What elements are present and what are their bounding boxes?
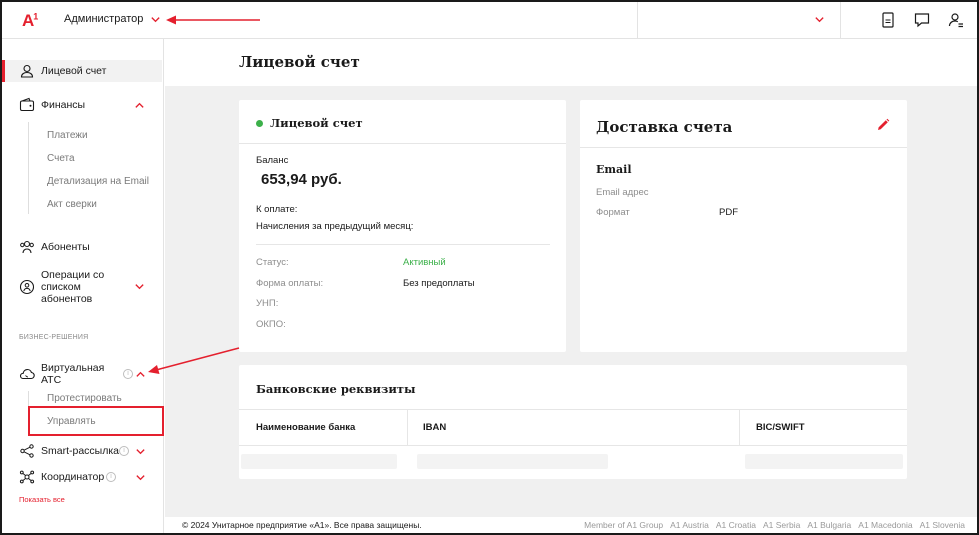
- balance-value: 653,94 руб.: [261, 171, 342, 188]
- sidebar-item-label: Финансы: [41, 99, 86, 111]
- main-content: Лицевой счет Лицевой счет Баланс 653,94 …: [165, 39, 977, 517]
- email-address-label: Email адрес: [596, 187, 649, 198]
- skeleton-placeholder: [745, 454, 903, 469]
- status-value: Активный: [403, 257, 446, 268]
- sidebar-subitem-invoices[interactable]: Счета: [47, 153, 75, 164]
- sidebar-item-operations[interactable]: Операции со списком абонентов: [2, 269, 162, 305]
- top-header: A1 Администратор: [2, 2, 977, 39]
- page-title: Лицевой счет: [239, 53, 360, 71]
- chevron-up-icon[interactable]: [135, 369, 146, 380]
- column-divider: [739, 409, 740, 445]
- chevron-down-icon[interactable]: [814, 14, 825, 25]
- footer-link[interactable]: A1 Austria: [670, 520, 709, 530]
- user-settings-icon[interactable]: [947, 11, 965, 29]
- submenu-line: [28, 122, 29, 214]
- sidebar-item-label: Лицевой счет: [41, 65, 107, 77]
- header-divider: [637, 2, 638, 38]
- chevron-down-icon[interactable]: [135, 472, 146, 483]
- sidebar-item-finance[interactable]: Финансы: [2, 95, 162, 115]
- footer-copyright: © 2024 Унитарное предприятие «А1». Все п…: [182, 520, 422, 530]
- card-title: Банковские реквизиты: [256, 382, 416, 396]
- card-title: Доставка счета: [596, 118, 733, 136]
- sidebar-item-label: Smart-рассылка: [41, 445, 120, 457]
- chevron-down-icon[interactable]: [134, 281, 145, 292]
- divider: [239, 409, 907, 410]
- sidebar-item-label: Координатор: [41, 471, 105, 483]
- app-window: A1 Администратор Лицевой счет Финансы Пл…: [0, 0, 979, 535]
- a1-logo[interactable]: A1: [22, 11, 38, 31]
- column-header-iban: IBAN: [423, 422, 447, 433]
- role-selector-label[interactable]: Администратор: [64, 13, 143, 25]
- header-divider: [840, 2, 841, 38]
- footer-links: Member of A1 Group A1 Austria A1 Croatia…: [584, 520, 965, 530]
- divider: [239, 445, 907, 446]
- format-label: Формат: [596, 207, 630, 218]
- bank-details-card: Банковские реквизиты Наименование банка …: [239, 365, 907, 479]
- sidebar-item-coordinator[interactable]: Координатор i: [2, 469, 162, 485]
- status-dot: [256, 120, 263, 127]
- chat-icon[interactable]: [913, 11, 931, 29]
- charges-label: Начисления за предыдущий месяц:: [256, 221, 414, 232]
- operations-icon: [19, 279, 35, 295]
- footer-link[interactable]: A1 Macedonia: [858, 520, 912, 530]
- balance-label: Баланс: [256, 155, 289, 166]
- okpo-label: ОКПО:: [256, 319, 286, 330]
- wallet-icon: [19, 97, 35, 112]
- footer-link[interactable]: A1 Serbia: [763, 520, 800, 530]
- divider: [239, 143, 566, 144]
- section-title-business: БИЗНЕС-РЕШЕНИЯ: [19, 334, 89, 341]
- info-icon[interactable]: i: [119, 446, 129, 456]
- sidebar-item-label: Операции со списком абонентов: [41, 269, 105, 305]
- coordinator-icon: [19, 470, 35, 484]
- account-card: Лицевой счет Баланс 653,94 руб. К оплате…: [239, 100, 566, 352]
- highlight-box: [28, 406, 164, 436]
- cloud-phone-icon: [19, 368, 35, 380]
- column-header-bank: Наименование банка: [256, 422, 356, 433]
- sidebar-item-account[interactable]: Лицевой счет: [2, 60, 162, 82]
- sidebar-subitem-try[interactable]: Протестировать: [47, 393, 122, 404]
- footer-link[interactable]: A1 Bulgaria: [807, 520, 851, 530]
- footer-link[interactable]: A1 Slovenia: [920, 520, 965, 530]
- sidebar-subitem-payments[interactable]: Платежи: [47, 130, 88, 141]
- status-label: Статус:: [256, 257, 289, 268]
- footer: © 2024 Унитарное предприятие «А1». Все п…: [165, 517, 977, 533]
- unp-label: УНП:: [256, 298, 279, 309]
- divider: [580, 147, 907, 148]
- info-icon[interactable]: i: [123, 369, 133, 379]
- payment-form-label: Форма оплаты:: [256, 278, 324, 289]
- share-icon: [20, 444, 34, 458]
- footer-link[interactable]: A1 Croatia: [716, 520, 756, 530]
- payment-form-value: Без предоплаты: [403, 278, 475, 289]
- info-icon[interactable]: i: [106, 472, 116, 482]
- footer-link[interactable]: Member of A1 Group: [584, 520, 663, 530]
- sidebar-item-label: Виртуальная АТС: [41, 362, 105, 386]
- edit-pencil-icon[interactable]: [876, 118, 890, 132]
- document-icon[interactable]: [879, 11, 897, 29]
- skeleton-placeholder: [241, 454, 397, 469]
- sidebar-item-label: Абоненты: [41, 241, 90, 253]
- chevron-down-icon[interactable]: [150, 14, 161, 25]
- column-divider: [407, 409, 408, 445]
- delivery-card: Доставка счета Email Email адрес Формат …: [580, 100, 907, 352]
- divider: [256, 244, 550, 245]
- sidebar-item-virtual-pbx[interactable]: Виртуальная АТС i: [2, 359, 162, 389]
- users-icon: [20, 240, 34, 254]
- column-header-bic: BIC/SWIFT: [756, 422, 805, 433]
- email-section-title: Email: [596, 163, 632, 176]
- page-header: Лицевой счет: [165, 39, 977, 86]
- chevron-down-icon[interactable]: [135, 446, 146, 457]
- sidebar: Лицевой счет Финансы Платежи Счета Детал…: [2, 39, 164, 533]
- sidebar-subitem-email-details[interactable]: Детализация на Email: [47, 176, 149, 187]
- sidebar-item-smart-mailing[interactable]: Smart-рассылка i: [2, 443, 162, 459]
- format-value: PDF: [719, 207, 738, 218]
- chevron-up-icon[interactable]: [134, 100, 145, 111]
- skeleton-placeholder: [417, 454, 608, 469]
- sidebar-item-subscribers[interactable]: Абоненты: [2, 237, 162, 257]
- to-pay-label: К оплате:: [256, 204, 298, 215]
- show-all-link[interactable]: Показать все: [19, 495, 65, 504]
- card-title: Лицевой счет: [270, 116, 363, 130]
- sidebar-subitem-reconciliation[interactable]: Акт сверки: [47, 199, 97, 210]
- user-icon: [20, 64, 34, 78]
